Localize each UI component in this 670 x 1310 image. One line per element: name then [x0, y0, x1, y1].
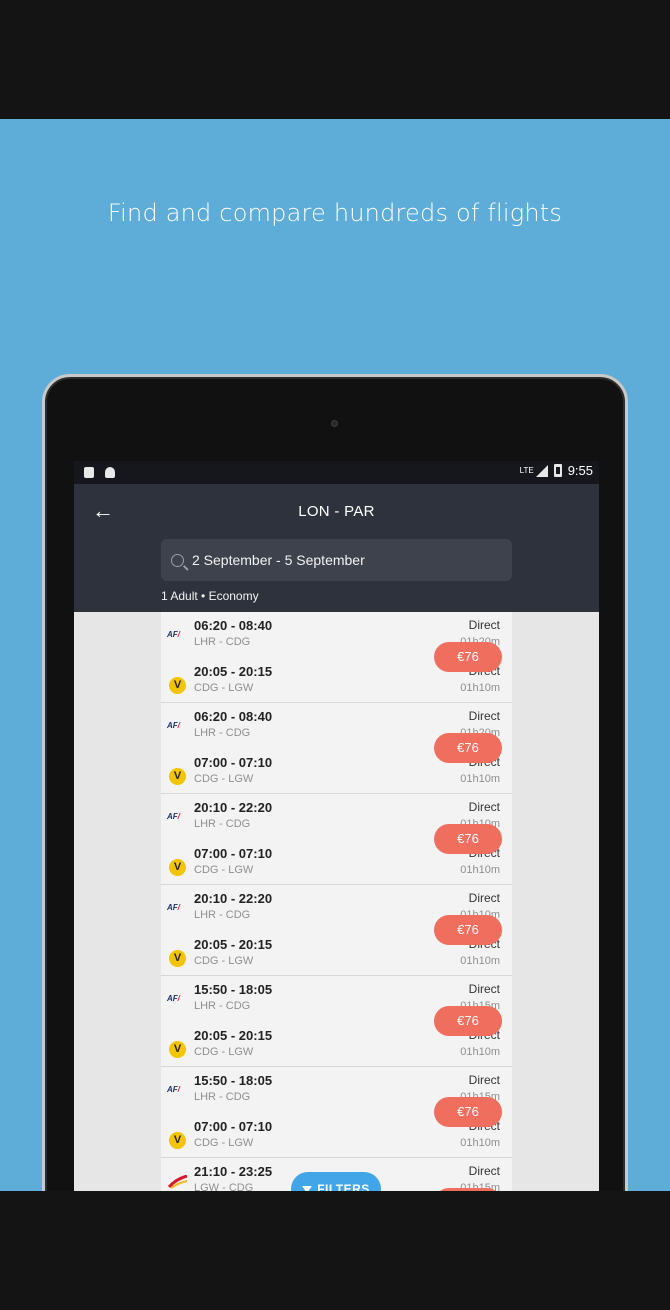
return-airports: CDG - LGW [194, 864, 254, 876]
promo-panel: Find and compare hundreds of flights LTE… [0, 119, 670, 1191]
return-times: 20:05 - 20:15 [194, 664, 273, 679]
signal-icon [535, 464, 548, 477]
outbound-times: 06:20 - 08:40 [194, 709, 273, 724]
return-duration: 01h10m [460, 682, 500, 694]
return-leg: V 20:05 - 20:15 CDG - LGW [161, 1025, 431, 1069]
outbound-times: 21:10 - 23:25 [194, 1164, 273, 1179]
outbound-leg: AF/ 06:20 - 08:40 LHR - CDG [161, 706, 431, 750]
outbound-stops: Direct [468, 891, 500, 905]
network-label: LTE [519, 466, 534, 475]
outbound-airports: LHR - CDG [194, 727, 251, 739]
date-range-value: 2 September - 5 September [192, 552, 365, 568]
vueling-logo: V [169, 677, 186, 694]
air-france-logo: AF/ [167, 1085, 180, 1094]
date-search-field[interactable]: 2 September - 5 September [161, 539, 512, 581]
return-airports: CDG - LGW [194, 682, 254, 694]
flight-result-card[interactable]: AF/ 15:50 - 18:05 LHR - CDG Direct 01h15… [161, 976, 512, 1067]
air-france-logo: AF/ [167, 721, 180, 730]
bottom-black-band [0, 1191, 670, 1310]
route-title: LON - PAR [298, 503, 375, 520]
passenger-summary[interactable]: 1 Adult • Economy [161, 589, 259, 603]
flight-result-card[interactable]: AF/ 20:10 - 22:20 LHR - CDG Direct 01h10… [161, 794, 512, 885]
outbound-airports: LHR - CDG [194, 909, 251, 921]
clock: 9:55 [567, 463, 593, 478]
price-button[interactable]: €76 [434, 733, 502, 763]
outbound-leg: AF/ 15:50 - 18:05 LHR - CDG [161, 979, 431, 1023]
camera-icon [331, 420, 338, 427]
android-icon [105, 467, 115, 478]
air-france-logo: AF/ [167, 994, 180, 1003]
price-button[interactable]: €76 [434, 1006, 502, 1036]
flight-result-card[interactable]: AF/ 15:50 - 18:05 LHR - CDG Direct 01h15… [161, 1067, 512, 1158]
vueling-logo: V [169, 1041, 186, 1058]
flight-result-card[interactable]: AF/ 06:20 - 08:40 LHR - CDG Direct 01h20… [161, 612, 512, 703]
return-times: 07:00 - 07:10 [194, 1119, 273, 1134]
outbound-times: 20:10 - 22:20 [194, 891, 273, 906]
air-france-logo: AF/ [167, 903, 180, 912]
results-list[interactable]: AF/ 06:20 - 08:40 LHR - CDG Direct 01h20… [161, 612, 512, 1191]
sd-card-icon [84, 467, 94, 478]
vueling-logo: V [169, 950, 186, 967]
iberia-logo [168, 1175, 188, 1189]
price-button[interactable]: €76 [434, 642, 502, 672]
price-button[interactable]: €76 [434, 915, 502, 945]
promo-headline: Find and compare hundreds of flights [107, 199, 563, 227]
search-icon [171, 553, 184, 567]
air-france-logo: AF/ [167, 630, 180, 639]
app-header: ← LON - PAR 2 September - 5 September 1 … [74, 484, 599, 612]
return-duration: 01h10m [460, 1137, 500, 1149]
return-airports: CDG - LGW [194, 1046, 254, 1058]
return-leg: V 20:05 - 20:15 CDG - LGW [161, 661, 431, 705]
vueling-logo: V [169, 768, 186, 785]
filters-button[interactable]: FILTERS [291, 1172, 381, 1191]
outbound-times: 15:50 - 18:05 [194, 1073, 273, 1088]
outbound-stops: Direct [468, 800, 500, 814]
outbound-leg: AF/ 15:50 - 18:05 LHR - CDG [161, 1070, 431, 1114]
outbound-airports: LGW - CDG [194, 1182, 254, 1191]
outbound-leg: AF/ 20:10 - 22:20 LHR - CDG [161, 797, 431, 841]
vueling-logo: V [169, 1132, 186, 1149]
outbound-airports: LHR - CDG [194, 636, 251, 648]
battery-icon [553, 464, 562, 477]
return-times: 20:05 - 20:15 [194, 937, 273, 952]
outbound-stops: Direct [468, 1164, 500, 1178]
outbound-stops: Direct [468, 618, 500, 632]
outbound-times: 20:10 - 22:20 [194, 800, 273, 815]
outbound-airports: LHR - CDG [194, 818, 251, 830]
return-airports: CDG - LGW [194, 773, 254, 785]
return-airports: CDG - LGW [194, 955, 254, 967]
outbound-stops: Direct [468, 709, 500, 723]
return-airports: CDG - LGW [194, 1137, 254, 1149]
top-black-band [0, 0, 670, 119]
vueling-logo: V [169, 859, 186, 876]
return-leg: V 07:00 - 07:10 CDG - LGW [161, 752, 431, 796]
return-leg: V 07:00 - 07:10 CDG - LGW [161, 1116, 431, 1160]
flight-result-card[interactable]: AF/ 06:20 - 08:40 LHR - CDG Direct 01h20… [161, 703, 512, 794]
return-duration: 01h10m [460, 773, 500, 785]
return-times: 20:05 - 20:15 [194, 1028, 273, 1043]
return-leg: V 07:00 - 07:10 CDG - LGW [161, 843, 431, 887]
outbound-times: 06:20 - 08:40 [194, 618, 273, 633]
return-times: 07:00 - 07:10 [194, 755, 273, 770]
outbound-stops: Direct [468, 1073, 500, 1087]
outbound-leg: AF/ 20:10 - 22:20 LHR - CDG [161, 888, 431, 932]
return-duration: 01h10m [460, 955, 500, 967]
price-button[interactable]: €76 [434, 1097, 502, 1127]
flight-result-card[interactable]: AF/ 20:10 - 22:20 LHR - CDG Direct 01h10… [161, 885, 512, 976]
outbound-stops: Direct [468, 982, 500, 996]
return-duration: 01h10m [460, 864, 500, 876]
price-button[interactable]: €76 [434, 824, 502, 854]
outbound-leg: AF/ 06:20 - 08:40 LHR - CDG [161, 615, 431, 659]
return-leg: V 20:05 - 20:15 CDG - LGW [161, 934, 431, 978]
return-times: 07:00 - 07:10 [194, 846, 273, 861]
air-france-logo: AF/ [167, 812, 180, 821]
app-screen: LTE 9:55 ← LON - PAR 2 September - 5 Sep… [74, 461, 599, 1191]
return-duration: 01h10m [460, 1046, 500, 1058]
outbound-times: 15:50 - 18:05 [194, 982, 273, 997]
outbound-airports: LHR - CDG [194, 1000, 251, 1012]
status-bar: LTE 9:55 [74, 461, 599, 484]
outbound-airports: LHR - CDG [194, 1091, 251, 1103]
filters-label: FILTERS [317, 1182, 370, 1191]
tablet-frame: LTE 9:55 ← LON - PAR 2 September - 5 Sep… [42, 374, 628, 1191]
